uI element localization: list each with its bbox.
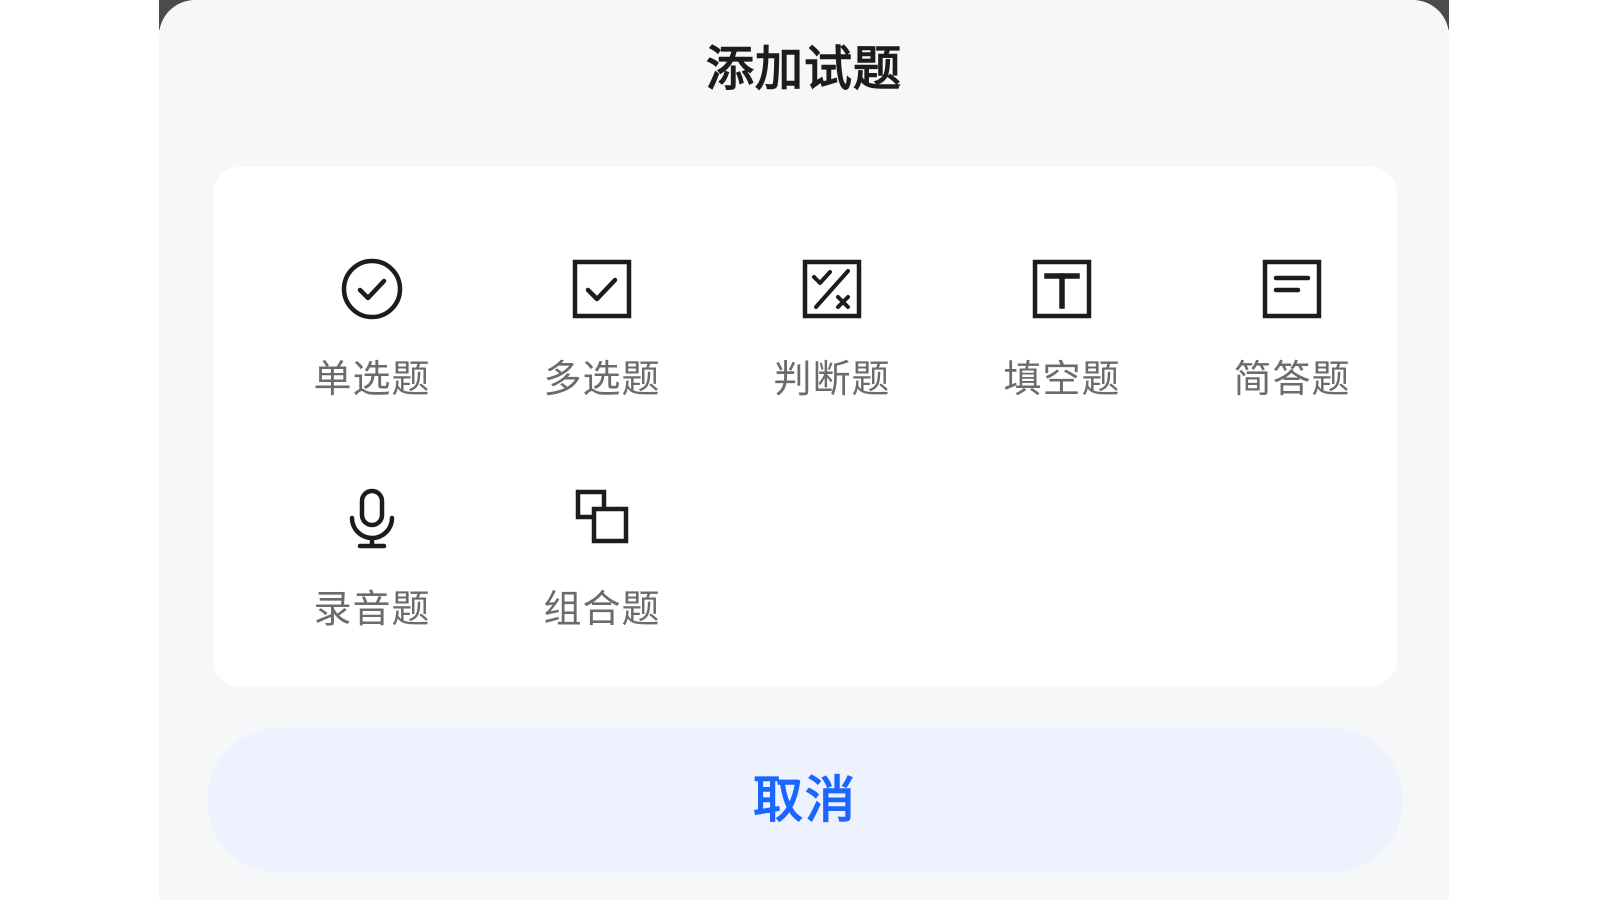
combine-icon <box>570 487 634 551</box>
option-true-false[interactable]: 判断题 <box>732 229 932 429</box>
option-short-answer[interactable]: 简答题 <box>1192 229 1392 429</box>
option-label: 单选题 <box>313 357 431 401</box>
option-label: 填空题 <box>1003 357 1121 401</box>
option-label: 多选题 <box>543 357 661 401</box>
option-fill-blank[interactable]: 填空题 <box>962 229 1162 429</box>
true-false-icon <box>800 257 864 321</box>
radio-check-icon <box>340 257 404 321</box>
short-answer-icon <box>1260 257 1324 321</box>
add-question-sheet: 添加试题 单选题 多选题 判断题 填空题 简答题 录音题 组合题 取消 <box>159 0 1449 900</box>
question-type-grid: 单选题 多选题 判断题 填空题 简答题 录音题 组合题 <box>213 167 1397 686</box>
option-combination[interactable]: 组合题 <box>502 459 702 659</box>
microphone-icon <box>340 487 404 551</box>
text-box-icon <box>1030 257 1094 321</box>
cancel-button[interactable]: 取消 <box>207 728 1403 873</box>
checkbox-icon <box>570 257 634 321</box>
option-label: 录音题 <box>313 587 431 631</box>
option-label: 简答题 <box>1233 357 1351 401</box>
option-label: 组合题 <box>543 587 661 631</box>
option-multiple-choice[interactable]: 多选题 <box>502 229 702 429</box>
option-recording[interactable]: 录音题 <box>272 459 472 659</box>
option-single-choice[interactable]: 单选题 <box>272 229 472 429</box>
cancel-button-label: 取消 <box>753 772 857 828</box>
sheet-title: 添加试题 <box>705 41 902 97</box>
option-label: 判断题 <box>773 357 891 401</box>
